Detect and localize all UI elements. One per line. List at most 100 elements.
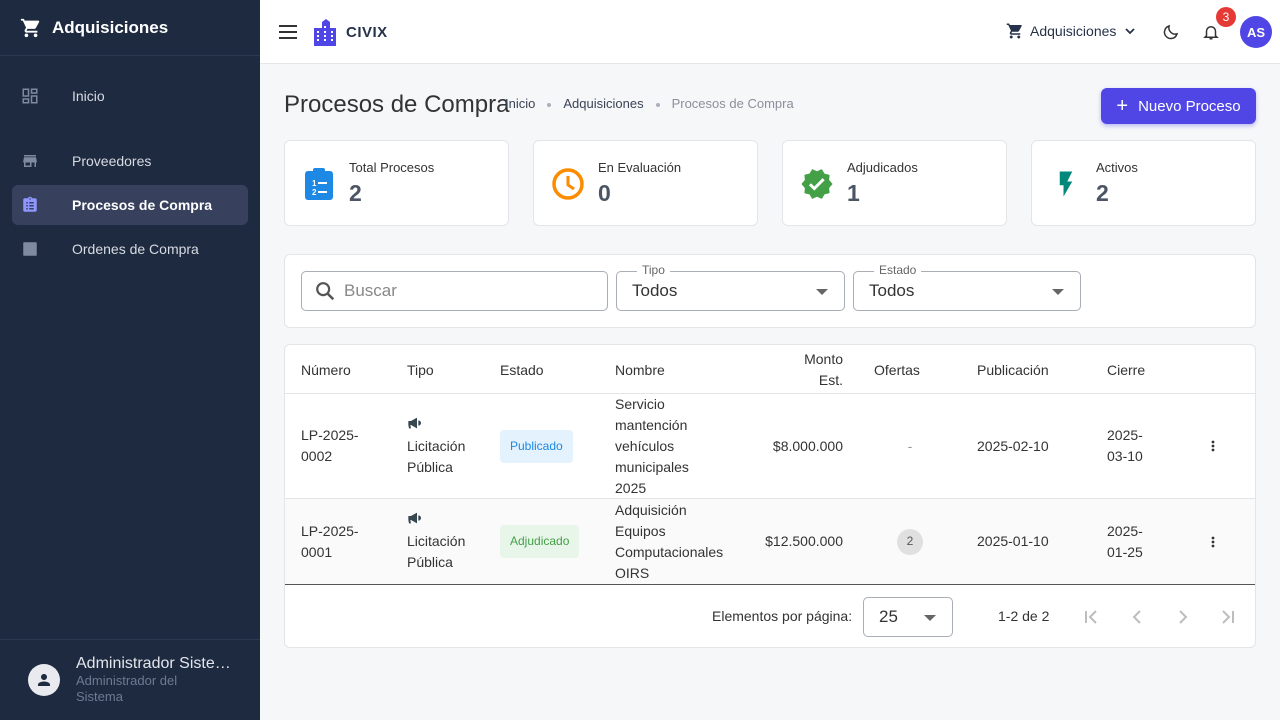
breadcrumb-current: Procesos de Compra [671, 96, 794, 111]
breadcrumb-inicio[interactable]: Inicio [505, 96, 535, 111]
cell-numero: LP-2025- 0002 [301, 394, 359, 498]
stat-value: 2 [349, 180, 362, 206]
megaphone-icon [408, 512, 421, 524]
tipo-select-label: Tipo [637, 263, 670, 277]
offers-count-badge: 2 [897, 528, 923, 555]
sidebar-item-proveedores[interactable]: Proveedores [12, 141, 248, 181]
store-icon [20, 151, 40, 171]
prev-page-icon[interactable] [1126, 606, 1148, 628]
user-avatar [28, 664, 60, 696]
cell-text: 2025- [1107, 427, 1143, 443]
filter-panel: Tipo Todos Estado Todos [284, 254, 1256, 328]
col-cierre[interactable]: Cierre [1107, 345, 1145, 394]
sidebar-item-inicio[interactable]: Inicio [12, 76, 248, 116]
caret-down-icon [924, 615, 936, 621]
col-monto-line2: Est. [818, 371, 843, 388]
per-page-value: 25 [879, 607, 898, 626]
module-selector[interactable]: Adquisiciones [1006, 22, 1136, 40]
stat-value: 1 [847, 180, 860, 206]
last-page-icon[interactable] [1217, 606, 1239, 628]
cell-text: vehículos [615, 437, 675, 454]
user-avatar-button[interactable]: AS [1240, 16, 1272, 48]
person-icon [38, 674, 50, 686]
first-page-icon[interactable] [1080, 606, 1102, 628]
cell-cierre: 2025- 03-10 [1107, 394, 1143, 498]
paginator: Elementos por página: 25 1-2 de 2 [285, 586, 1255, 647]
search-field[interactable] [301, 271, 608, 311]
svg-text:1: 1 [312, 179, 317, 188]
logo-text: CIVIX [346, 23, 388, 41]
menu-icon[interactable] [278, 22, 298, 42]
cell-text: municipales [615, 458, 689, 475]
cell-numero: LP-2025- 0001 [301, 499, 359, 584]
search-input[interactable] [344, 281, 584, 301]
stat-card-activos: Activos 2 [1031, 140, 1256, 226]
chevron-down-icon [1125, 28, 1136, 35]
cell-text: Pública [407, 458, 453, 475]
cell-text: 0002 [301, 448, 333, 464]
breadcrumb-separator [655, 102, 660, 107]
stat-label: Adjudicados [847, 160, 918, 175]
col-ofertas[interactable]: Ofertas [874, 345, 920, 394]
sidebar-item-label: Inicio [72, 88, 105, 104]
row-actions-icon[interactable] [1211, 499, 1215, 584]
col-numero[interactable]: Número [301, 345, 351, 394]
caret-down-icon [1052, 289, 1064, 295]
stat-value: 2 [1096, 180, 1109, 206]
per-page-label: Elementos por página: [712, 608, 853, 624]
cell-text: 01-25 [1107, 543, 1143, 560]
user-name: Administrador Sistema [76, 655, 236, 672]
user-role: Administrador del Sistema [76, 673, 178, 704]
sidebar-user[interactable]: Administrador Sistema Administrador del … [0, 639, 260, 720]
stat-label: Activos [1096, 160, 1138, 175]
estado-select[interactable]: Estado Todos [853, 263, 1081, 311]
page-title: Procesos de Compra [284, 91, 510, 118]
dark-mode-icon[interactable] [1162, 23, 1180, 46]
cell-text: LP-2025- [301, 427, 359, 443]
next-page-icon[interactable] [1172, 606, 1194, 628]
page-range: 1-2 de 2 [998, 608, 1050, 624]
cell-publicacion: 2025-01-10 [977, 533, 1049, 549]
breadcrumb: Inicio Adquisiciones Procesos de Compra [505, 96, 794, 111]
col-nombre[interactable]: Nombre [615, 345, 665, 394]
topbar: CIVIX Adquisiciones 3 AS [260, 0, 1280, 64]
cell-text: Licitación [407, 437, 466, 454]
status-badge: Adjudicado [500, 525, 580, 558]
row-actions-icon[interactable] [1211, 394, 1215, 498]
cell-tipo: Licitación Pública [407, 499, 465, 584]
stat-card-evaluacion: En Evaluación 0 [533, 140, 758, 226]
dashboard-icon [20, 86, 40, 106]
sidebar-item-procesos-de-compra[interactable]: Procesos de Compra [12, 185, 248, 225]
breadcrumb-adquisiciones[interactable]: Adquisiciones [563, 96, 643, 111]
table-row[interactable]: LP-2025- 0002 Licitación Pública Publicad… [285, 394, 1255, 499]
processes-table: Número Tipo Estado Nombre Monto Est. Ofer… [284, 344, 1256, 648]
new-process-button[interactable]: + Nuevo Proceso [1101, 88, 1256, 124]
cell-ofertas: - [907, 437, 913, 454]
stat-label: En Evaluación [598, 160, 682, 175]
cell-monto: $12.500.000 [765, 533, 843, 549]
tipo-select[interactable]: Tipo Todos [616, 263, 845, 311]
notifications-icon[interactable] [1202, 23, 1220, 46]
table-row[interactable]: LP-2025- 0001 Licitación Pública Adjudica… [285, 499, 1255, 585]
sidebar-item-ordenes-de-compra[interactable]: Ordenes de Compra [12, 229, 248, 269]
megaphone-icon [408, 417, 421, 428]
cell-text: Licitación [407, 533, 466, 549]
cart-icon [20, 18, 40, 37]
stat-value: 0 [598, 180, 611, 206]
col-estado[interactable]: Estado [500, 345, 544, 394]
logo[interactable]: CIVIX [312, 18, 388, 46]
bolt-icon [1048, 166, 1084, 202]
cell-text: LP-2025- [301, 522, 359, 539]
col-monto[interactable]: Monto Est. [755, 345, 843, 394]
clock-icon [550, 166, 586, 202]
sidebar-nav: Inicio Proveedores Procesos de Compra Or… [0, 56, 260, 269]
cell-text: Equipos [615, 522, 666, 539]
cell-ofertas: 2 [897, 499, 923, 584]
col-tipo[interactable]: Tipo [407, 345, 434, 394]
col-publicacion[interactable]: Publicación [977, 345, 1049, 394]
tipo-select-value: Todos [632, 281, 678, 300]
breadcrumb-separator [547, 102, 552, 107]
table-header: Número Tipo Estado Nombre Monto Est. Ofer… [285, 345, 1255, 394]
per-page-select[interactable]: 25 [863, 597, 953, 637]
cell-publicacion: 2025-02-10 [977, 437, 1049, 454]
